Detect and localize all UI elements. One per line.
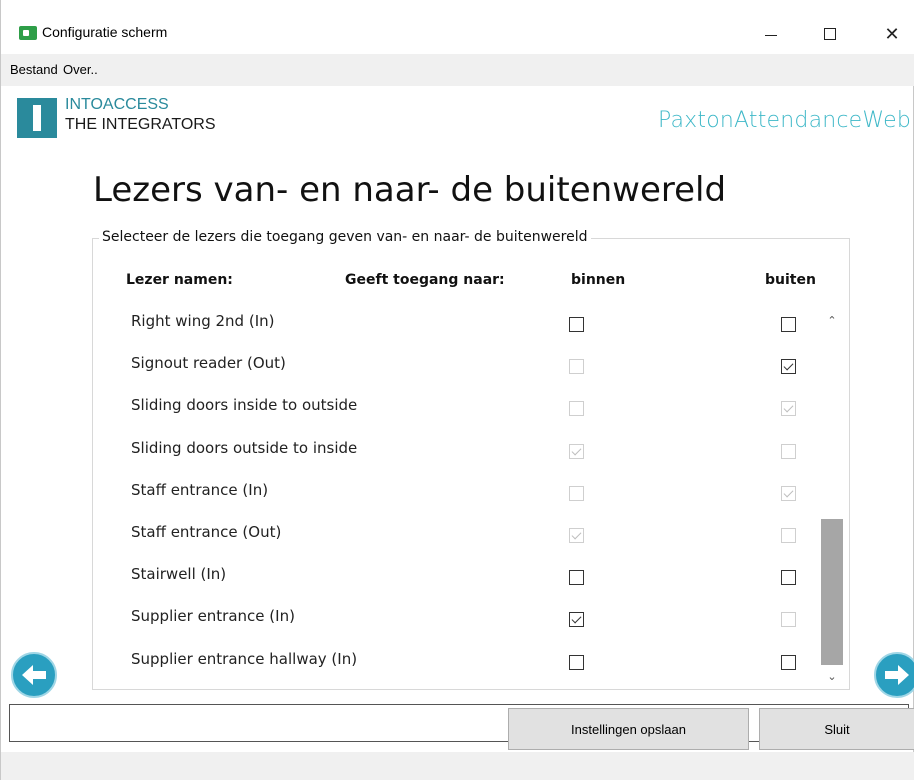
top-strip (1, 0, 914, 14)
buiten-checkbox[interactable] (781, 317, 796, 332)
status-strip (1, 752, 914, 780)
column-header-inside: binnen (571, 272, 626, 288)
binnen-checkbox[interactable] (569, 612, 584, 628)
buiten-checkbox (781, 401, 796, 417)
menu-bar: Bestand Over.. (1, 54, 914, 86)
scroll-down-icon[interactable]: ⌄ (821, 666, 843, 686)
close-icon: ✕ (884, 23, 900, 45)
buiten-checkbox[interactable] (781, 359, 796, 375)
forward-button[interactable] (874, 652, 914, 698)
close-window-button[interactable]: ✕ (869, 14, 914, 54)
reader-list-scrollbar[interactable]: ⌃ ⌄ (821, 306, 843, 686)
close-button[interactable]: Sluit (759, 708, 914, 750)
reader-name: Right wing 2nd (In) (131, 312, 275, 330)
buiten-checkbox[interactable] (781, 570, 796, 586)
binnen-checkbox (569, 401, 584, 417)
maximize-button[interactable] (807, 14, 853, 54)
binnen-checkbox[interactable] (569, 317, 584, 332)
binnen-checkbox (569, 443, 584, 459)
scroll-thumb[interactable] (821, 519, 843, 665)
page-title: Lezers van- en naar- de buitenwereld (93, 170, 727, 210)
maximize-icon (824, 28, 836, 40)
scroll-up-icon[interactable]: ⌃ (821, 310, 843, 330)
reader-name: Staff entrance (In) (131, 480, 269, 499)
binnen-checkbox (569, 359, 584, 375)
brand-name: PaxtonAttendanceWeb (658, 108, 911, 133)
column-header-reader-names: Lezer namen: (126, 272, 233, 288)
logo-text-line1: INTOACCESS (65, 96, 169, 113)
binnen-checkbox[interactable] (569, 654, 584, 670)
buiten-checkbox (781, 485, 796, 501)
reader-name: Sliding doors outside to inside (131, 438, 358, 457)
reader-name: Supplier entrance hallway (In) (131, 649, 358, 668)
group-box-label: Selecteer de lezers die toegang geven va… (99, 229, 591, 245)
buiten-checkbox (781, 443, 796, 459)
menu-item-over[interactable]: Over.. (63, 62, 98, 77)
minimize-icon (765, 34, 777, 36)
window-title: Configuratie scherm (42, 24, 168, 40)
title-bar[interactable]: Configuratie scherm ✕ (1, 14, 914, 54)
menu-item-bestand[interactable]: Bestand (10, 62, 58, 77)
binnen-checkbox[interactable] (569, 570, 584, 586)
binnen-checkbox (569, 485, 584, 501)
logo-text-line2: THE INTEGRATORS (65, 116, 216, 133)
column-header-gives-access: Geeft toegang naar: (345, 272, 505, 288)
save-settings-button[interactable]: Instellingen opslaan (508, 708, 749, 750)
configuration-window: Configuratie scherm ✕ Bestand Over.. INT… (0, 0, 914, 780)
reader-name: Staff entrance (Out) (131, 523, 282, 541)
reader-name: Supplier entrance (In) (131, 607, 295, 626)
reader-name: Sliding doors inside to outside (131, 396, 358, 415)
back-button[interactable] (11, 652, 57, 698)
arrow-right-icon (885, 665, 909, 685)
column-header-outside: buiten (765, 272, 816, 288)
binnen-checkbox (569, 528, 584, 543)
app-icon (19, 26, 37, 40)
buiten-checkbox[interactable] (781, 654, 796, 670)
minimize-button[interactable] (748, 14, 794, 54)
reader-name: Stairwell (In) (131, 565, 227, 584)
arrow-left-icon (22, 665, 46, 685)
reader-name: Signout reader (Out) (131, 354, 286, 373)
intoaccess-logo-icon (17, 98, 57, 138)
buiten-checkbox (781, 528, 796, 543)
buiten-checkbox (781, 612, 796, 628)
